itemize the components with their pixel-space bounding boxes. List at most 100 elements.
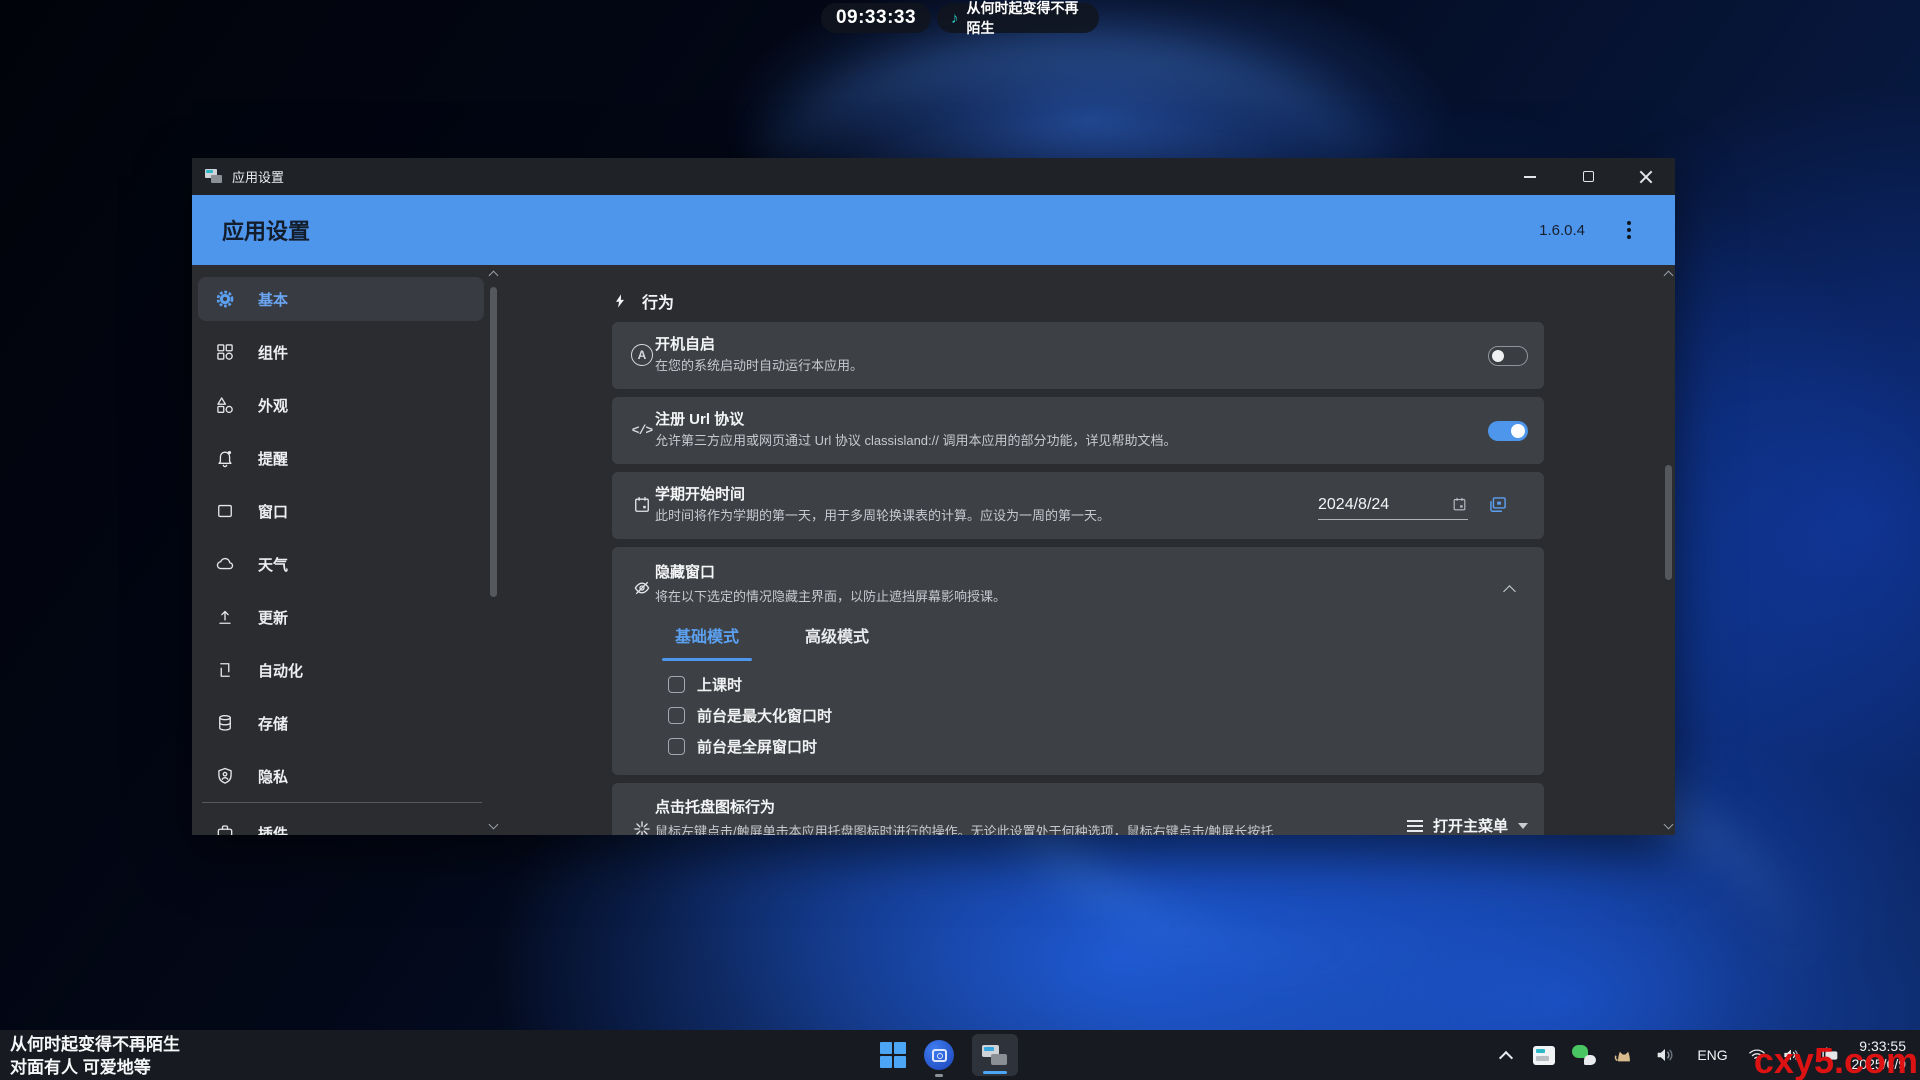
taskbar-app-running[interactable]: [924, 1030, 954, 1080]
sidebar-item-label: 外观: [258, 395, 288, 416]
running-indicator: [935, 1074, 943, 1077]
card-semester-start: 学期开始时间 此时间将作为学期的第一天，用于多周轮换课表的计算。应设为一周的第一…: [612, 472, 1544, 539]
sidebar-item-basic[interactable]: 基本: [198, 277, 484, 321]
sidebar-scrollbar-thumb[interactable]: [490, 287, 497, 597]
sidebar-item-notifications[interactable]: 提醒: [198, 436, 484, 480]
scroll-up-arrow[interactable]: [489, 270, 498, 279]
sidebar-item-storage[interactable]: 存储: [198, 701, 484, 745]
scroll-up-arrow[interactable]: [1664, 270, 1673, 279]
settings-sidebar: 基本 组件 外观: [192, 265, 500, 835]
start-button[interactable]: [880, 1030, 906, 1080]
main-scrollbar[interactable]: [1662, 265, 1675, 835]
date-input[interactable]: 2024/8/24: [1318, 490, 1468, 520]
sidebar-item-weather[interactable]: 天气: [198, 542, 484, 586]
settings-main: 行为 A 开机自启 在您的系统启动时自动运行本应用。 </> 注册 Url 协议…: [500, 265, 1675, 835]
sidebar-item-label: 更新: [258, 607, 288, 628]
maximize-button[interactable]: [1559, 158, 1617, 195]
lightning-icon: [612, 292, 628, 310]
sidebar-item-appearance[interactable]: 外观: [198, 383, 484, 427]
date-picker-icon[interactable]: [1451, 496, 1468, 513]
setting-subtitle: 在您的系统启动时自动运行本应用。: [655, 355, 863, 374]
tray-click-dropdown[interactable]: 打开主菜单: [1407, 815, 1528, 835]
tab-advanced-mode[interactable]: 高级模式: [792, 623, 882, 661]
checkbox-row[interactable]: 前台是全屏窗口时: [668, 736, 817, 757]
now-playing-pill: ♪ 从何时起变得不再陌生: [937, 3, 1099, 33]
components-icon: [214, 341, 236, 363]
setting-title: 隐藏窗口: [655, 561, 715, 582]
sidebar-scrollbar[interactable]: [487, 265, 500, 835]
upload-icon: [214, 606, 236, 628]
hide-window-tabs: 基础模式 高级模式: [662, 623, 882, 661]
sidebar-item-window[interactable]: 窗口: [198, 489, 484, 533]
sidebar-item-label: 组件: [258, 342, 288, 363]
main-scrollbar-thumb[interactable]: [1665, 465, 1672, 580]
tray-expand-button[interactable]: [1488, 1030, 1524, 1080]
sidebar-item-plugins[interactable]: 插件: [198, 811, 484, 835]
window-titlebar[interactable]: 应用设置: [192, 158, 1675, 195]
taskbar-app-active[interactable]: [972, 1034, 1018, 1076]
checkbox-row[interactable]: 前台是最大化窗口时: [668, 705, 832, 726]
cloud-icon: [214, 553, 236, 575]
blue-app-icon: [924, 1040, 954, 1070]
date-value: 2024/8/24: [1318, 496, 1389, 514]
tray-volume-mixer-icon[interactable]: [1644, 1030, 1686, 1080]
starburst-icon: [630, 817, 654, 835]
setting-subtitle: 此时间将作为学期的第一天，用于多周轮换课表的计算。应设为一周的第一天。: [655, 505, 1110, 524]
autostart-icon: A: [630, 343, 654, 367]
minimize-button[interactable]: [1501, 158, 1559, 195]
setting-title: 学期开始时间: [655, 483, 745, 504]
sidebar-item-automation[interactable]: 自动化: [198, 648, 484, 692]
section-title: 行为: [642, 289, 674, 313]
tray-classisland-icon[interactable]: [1524, 1030, 1564, 1080]
setting-subtitle: 允许第三方应用或网页通过 Url 协议 classisland:// 调用本应用…: [655, 430, 1176, 449]
window-body: 基本 组件 外观: [192, 265, 1675, 835]
close-button[interactable]: [1617, 158, 1675, 195]
language-indicator[interactable]: ENG: [1686, 1030, 1740, 1080]
tray-wechat-icon[interactable]: [1564, 1030, 1604, 1080]
card-autostart: A 开机自启 在您的系统启动时自动运行本应用。: [612, 322, 1544, 389]
checkbox-unchecked[interactable]: [668, 707, 685, 724]
sidebar-item-label: 隐私: [258, 766, 288, 787]
more-menu-button[interactable]: [1627, 228, 1631, 232]
close-icon: [1639, 170, 1653, 184]
sidebar-item-label: 提醒: [258, 448, 288, 469]
collapse-chevron-icon[interactable]: [1504, 583, 1516, 595]
scroll-down-arrow[interactable]: [1664, 821, 1673, 830]
sidebar-item-label: 插件: [258, 823, 288, 836]
maximize-icon: [1583, 171, 1594, 182]
tray-cat-icon[interactable]: [1604, 1030, 1644, 1080]
sidebar-item-label: 窗口: [258, 501, 288, 522]
taskbar-center: [880, 1030, 1018, 1080]
tab-basic-mode[interactable]: 基础模式: [662, 623, 752, 661]
checkbox-unchecked[interactable]: [668, 676, 685, 693]
watermark-text: cxy5.com: [1754, 1040, 1918, 1080]
desktop: 09:33:33 ♪ 从何时起变得不再陌生 应用设置 应用设置 1.6.0.4: [0, 0, 1920, 1080]
database-icon: [214, 712, 236, 734]
sidebar-item-label: 存储: [258, 713, 288, 734]
overlay-clock: 09:33:33: [821, 3, 931, 33]
toggle-knob: [1511, 424, 1525, 438]
card-hide-window: 隐藏窗口 将在以下选定的情况隐藏主界面，以防止遮挡屏幕影响授课。 基础模式 高级…: [612, 547, 1544, 775]
menu-icon: [1407, 820, 1423, 832]
sidebar-item-privacy[interactable]: 隐私: [198, 754, 484, 798]
classisland-app-icon: [982, 1045, 1008, 1066]
now-playing-title: 从何时起变得不再陌生: [967, 0, 1086, 38]
card-url-protocol: </> 注册 Url 协议 允许第三方应用或网页通过 Url 协议 classi…: [612, 397, 1544, 464]
checkbox-row[interactable]: 上课时: [668, 674, 742, 695]
sidebar-item-components[interactable]: 组件: [198, 330, 484, 374]
overlay-clock-text: 09:33:33: [836, 7, 916, 29]
sidebar-item-label: 自动化: [258, 660, 303, 681]
dropdown-value: 打开主菜单: [1433, 815, 1508, 835]
scroll-down-arrow[interactable]: [489, 821, 498, 830]
app-settings-window: 应用设置 应用设置 1.6.0.4 基本: [192, 158, 1675, 835]
autostart-toggle[interactable]: [1488, 346, 1528, 366]
sidebar-item-updates[interactable]: 更新: [198, 595, 484, 639]
checkbox-label: 上课时: [697, 674, 742, 695]
sidebar-item-label: 天气: [258, 554, 288, 575]
checkbox-unchecked[interactable]: [668, 738, 685, 755]
url-protocol-toggle[interactable]: [1488, 421, 1528, 441]
section-behavior: 行为: [612, 289, 674, 313]
minimize-icon: [1524, 176, 1536, 178]
calendar-jump-button[interactable]: [1486, 494, 1510, 516]
taskbar-lyrics: 从何时起变得不再陌生 对面有人 可爱地等: [10, 1033, 180, 1079]
